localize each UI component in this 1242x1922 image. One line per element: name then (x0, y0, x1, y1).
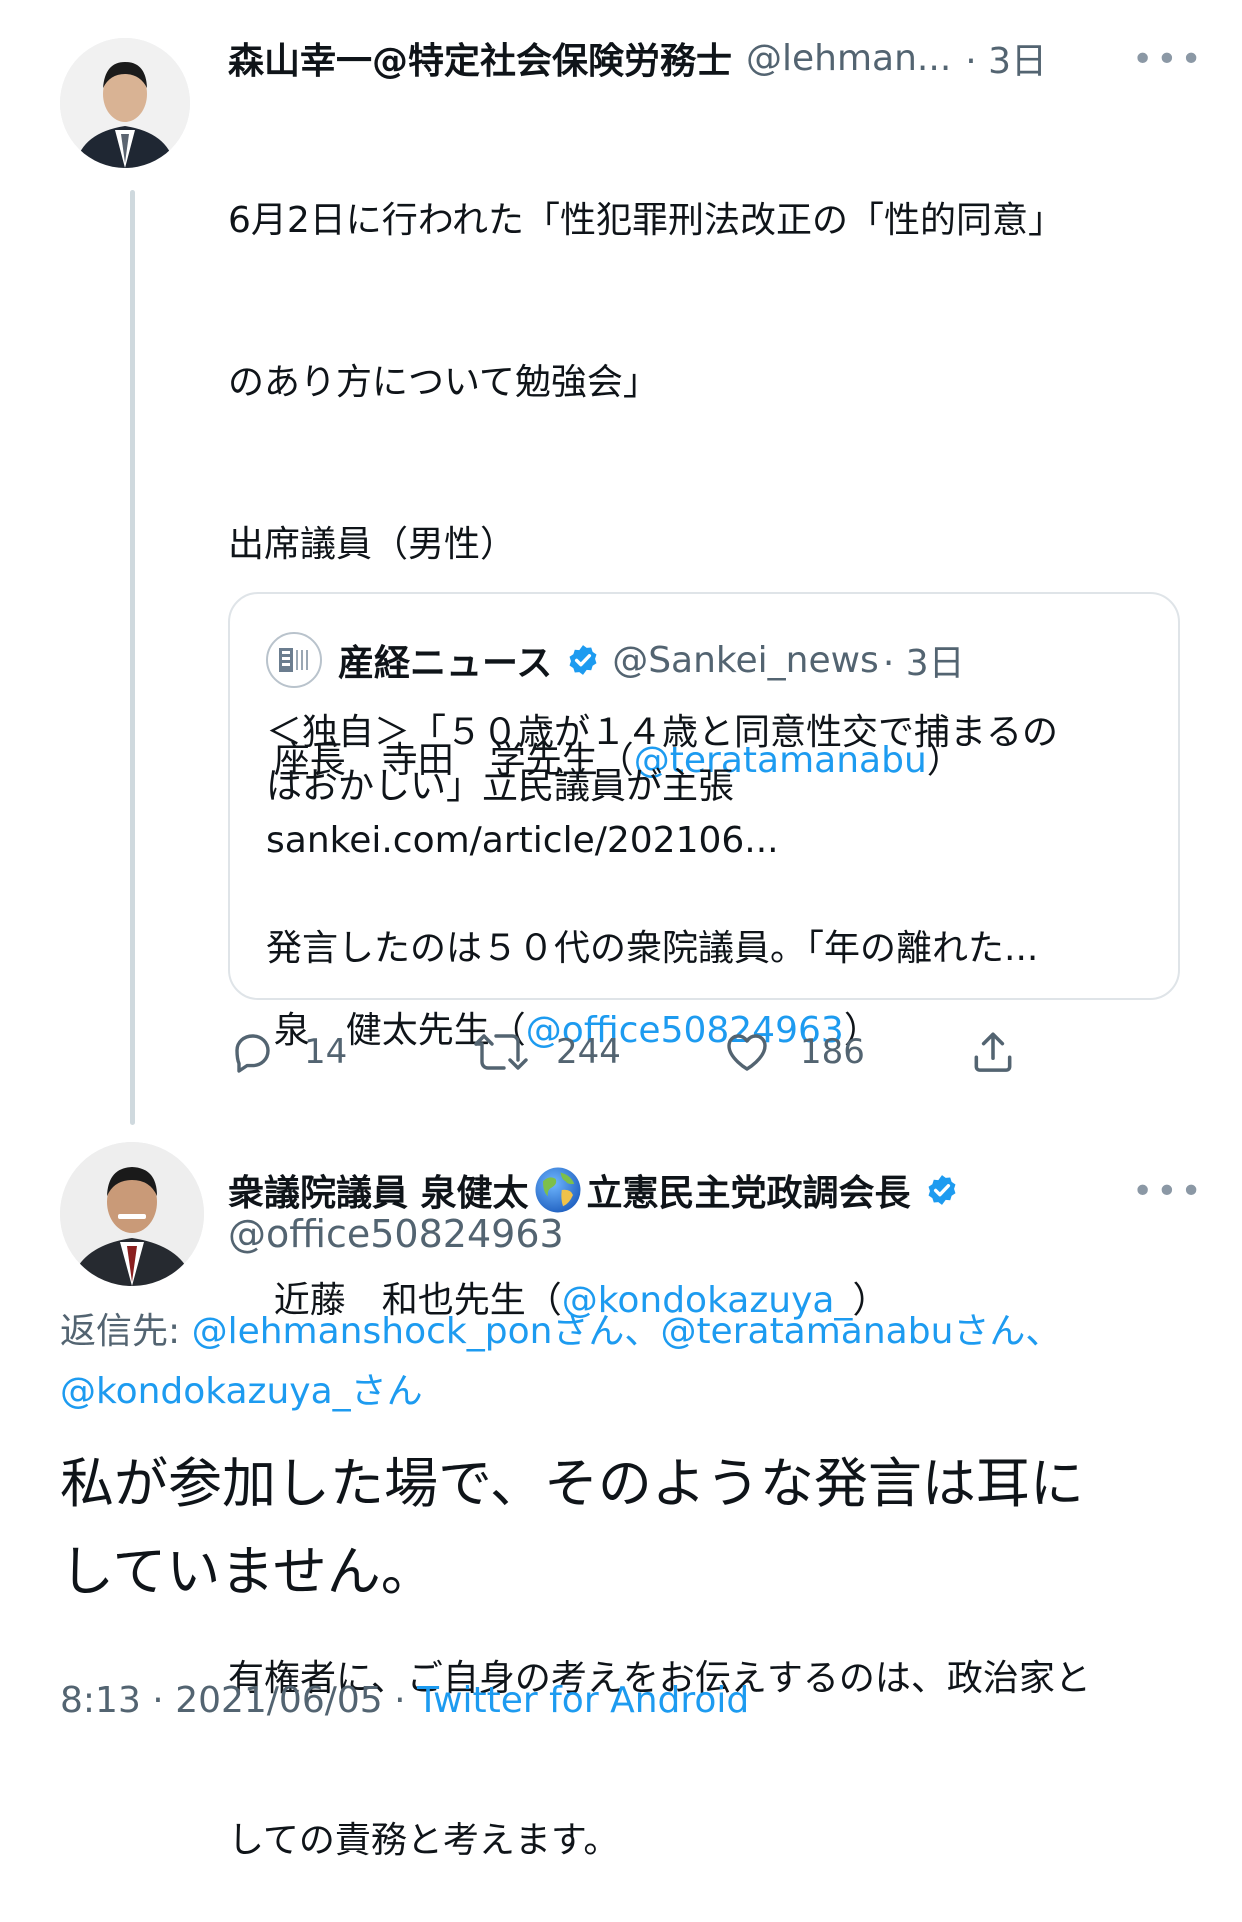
verified-icon (928, 1175, 956, 1205)
verified-icon (569, 645, 597, 675)
reply-count: 14 (304, 1032, 348, 1072)
reply-icon (235, 1034, 270, 1073)
sankei-logo-avatar (266, 632, 322, 688)
meta-separator: · (140, 1680, 176, 1721)
retweet-button[interactable]: 244 (472, 1022, 621, 1082)
thread-line (130, 190, 135, 1125)
reply-mention[interactable]: @lehmanshock_pon (192, 1311, 553, 1352)
reply-mention[interactable]: @kondokazuya_ (60, 1371, 351, 1412)
reply-to-line: 返信先: @lehmanshock_ponさん、@teratamanabuさん、… (60, 1302, 1190, 1422)
tweet-date[interactable]: 2021/06/05 (175, 1680, 383, 1721)
quoted-tweet-card[interactable]: 産経ニュース @Sankei_news · 3日 ＜独自＞「５０歳が１４歳と同意… (228, 592, 1180, 1000)
reply-button[interactable]: 14 (228, 1022, 347, 1082)
retweet-icon (474, 1034, 528, 1070)
tweet-line: 出席議員（男性） (228, 524, 517, 565)
tweet1-text: 6月2日に行われた「性犯罪刑法改正の「性的同意」 のあり方について勉強会」 出席… (228, 86, 1188, 1922)
like-icon (727, 1034, 767, 1071)
reply-mention-suffix: さん、 (953, 1311, 1062, 1352)
reply-mention[interactable]: @teratamanabu (660, 1311, 953, 1352)
like-button[interactable]: 186 (722, 1022, 865, 1082)
author-handle[interactable]: @lehman... (746, 38, 951, 79)
meta-separator: · (382, 1680, 418, 1721)
tweet2-author-name[interactable]: 衆議院議員 泉健太 立憲民主党政調会長 (228, 1160, 971, 1220)
quoted-tweet-text: ＜独自＞「５０歳が１４歳と同意性交で捕まるの はおかしい」立民議員が主張 san… (266, 712, 1059, 969)
globe-icon (535, 1167, 581, 1213)
reply-mention-suffix: さん (350, 1371, 423, 1412)
more-icon[interactable]: ••• (1132, 1174, 1205, 1210)
tweet-source[interactable]: Twitter for Android (417, 1680, 749, 1721)
avatar-izumi[interactable] (60, 1142, 204, 1286)
tweet2-text: 私が参加した場で、そのような発言は耳に していません。 (60, 1452, 1084, 1603)
author-name-part1: 衆議院議員 泉健太 (228, 1173, 529, 1214)
author-name[interactable]: 森山幸一@特定社会保険労務士 (228, 32, 732, 84)
author-name-part2: 立憲民主党政調会長 (586, 1173, 911, 1214)
like-count: 186 (800, 1032, 865, 1072)
avatar-moriyama[interactable] (60, 38, 190, 168)
tweet-meta: 8:13 · 2021/06/05 · Twitter for Android (60, 1680, 749, 1721)
share-icon (974, 1032, 1012, 1072)
reply-mention-suffix: さん、 (552, 1311, 661, 1352)
tweet-line: のあり方について勉強会」 (228, 362, 659, 403)
tweet-time[interactable]: · 3日 (965, 32, 1047, 84)
quoted-author-name: 産経ニュース (338, 643, 553, 684)
reply-to-prefix: 返信先: (60, 1311, 192, 1352)
tweet2-author-handle[interactable]: @office50824963 (228, 1212, 564, 1256)
more-icon[interactable]: ••• (1132, 42, 1205, 78)
retweet-count: 244 (556, 1032, 621, 1072)
tweet-time[interactable]: 8:13 (60, 1680, 141, 1721)
tweet-line: 6月2日に行われた「性犯罪刑法改正の「性的同意」 (228, 200, 1065, 241)
tweet-line: しての責務と考えます。 (228, 1820, 620, 1861)
tweet1-header: 森山幸一@特定社会保険労務士 @lehman... · 3日 (228, 28, 1108, 88)
quoted-author-handle: @Sankei_news (612, 639, 879, 681)
share-button[interactable] (968, 1022, 1046, 1082)
quoted-tweet-time: · 3日 (882, 643, 965, 684)
quoted-tweet-header: 産経ニュース @Sankei_news · 3日 (266, 630, 965, 690)
